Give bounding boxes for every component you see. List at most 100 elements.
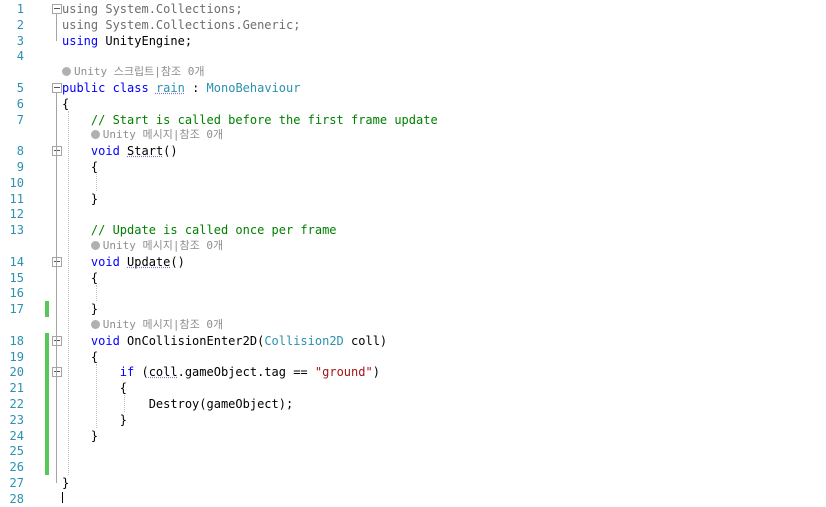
code-token: {: [62, 97, 70, 111]
line-number: 24: [9, 429, 24, 443]
code-token: UnityEngine;: [98, 34, 193, 48]
line-number: 16: [9, 286, 24, 300]
line-number: 23: [9, 413, 24, 427]
line-number: 21: [9, 381, 24, 395]
change-indicator-bar: [45, 428, 49, 444]
indent-guide: [96, 364, 97, 428]
code-line: 25: [0, 443, 826, 459]
code-line: 23 }: [0, 412, 826, 428]
code-line: 7 // Start is called before the first fr…: [0, 112, 826, 128]
code-text[interactable]: using System.Collections.Generic;: [62, 17, 300, 33]
code-token: using: [62, 18, 99, 32]
code-line: 16: [0, 285, 826, 301]
code-token: using: [62, 2, 99, 16]
code-text[interactable]: {: [62, 380, 127, 396]
line-number: 25: [9, 444, 24, 458]
codelens-references-link[interactable]: Unity 메시지|참조 0개: [90, 238, 223, 254]
code-text[interactable]: // Update is called once per frame: [62, 222, 337, 238]
code-line: 19 {: [0, 349, 826, 365]
line-number: 13: [9, 223, 24, 237]
code-text[interactable]: using UnityEngine;: [62, 33, 192, 49]
line-number: 26: [9, 460, 24, 474]
change-indicator-bar: [45, 364, 49, 380]
code-token: void: [90, 334, 120, 348]
change-indicator-bar: [45, 333, 49, 349]
unity-circle-icon: [90, 241, 100, 250]
collapse-minus-icon[interactable]: [52, 83, 62, 93]
indent-guide: [68, 111, 69, 475]
change-indicator-bar: [45, 412, 49, 428]
indent-guide: [96, 285, 97, 301]
line-number: 19: [9, 350, 24, 364]
line-number: 14: [9, 255, 24, 269]
code-token: (): [170, 255, 185, 269]
codelens-references-link[interactable]: Unity 메시지|참조 0개: [90, 127, 223, 143]
line-number: 9: [16, 160, 24, 174]
code-line: 9 {: [0, 159, 826, 175]
indent-guide: [96, 174, 97, 191]
code-token: public: [62, 81, 106, 95]
line-number: 3: [16, 34, 24, 48]
code-text[interactable]: void Start(): [62, 143, 178, 159]
code-line: 1 using System.Collections;: [0, 1, 826, 17]
collapse-minus-icon[interactable]: [52, 367, 62, 377]
code-text[interactable]: }: [62, 475, 69, 491]
code-editor[interactable]: 1 using System.Collections; 2 using System.…: [0, 0, 826, 506]
code-text[interactable]: if (coll.gameObject.tag == "ground"): [62, 364, 380, 380]
code-line: 3 using UnityEngine;: [0, 33, 826, 49]
change-indicator-bar: [45, 380, 49, 396]
code-text[interactable]: public class rain : MonoBehaviour: [62, 80, 300, 96]
line-number: 18: [9, 334, 24, 348]
code-line: 5 public class rain : MonoBehaviour: [0, 80, 826, 96]
code-token: class: [112, 81, 149, 95]
code-token: ): [372, 365, 380, 379]
codelens-label: Unity 스크립트|참조 0개: [74, 65, 205, 78]
codelens-label: Unity 메시지|참조 0개: [102, 318, 224, 331]
codelens-row: Unity 메시지|참조 0개: [0, 127, 826, 143]
code-text[interactable]: }: [62, 412, 127, 428]
collapse-minus-icon[interactable]: [52, 4, 62, 14]
line-number: 17: [9, 302, 24, 316]
unity-circle-icon: [90, 320, 100, 329]
codelens-row: Unity 메시지|참조 0개: [0, 317, 826, 333]
codelens-references-link[interactable]: Unity 스크립트|참조 0개: [62, 64, 204, 80]
codelens-references-link[interactable]: Unity 메시지|참조 0개: [90, 317, 224, 333]
codelens-row: Unity 메시지|참조 0개: [0, 238, 826, 254]
code-text[interactable]: void OnCollisionEnter2D(Collision2D coll…: [62, 333, 387, 349]
line-number: 2: [16, 18, 24, 32]
line-number: 15: [9, 271, 24, 285]
code-token: }: [62, 476, 70, 490]
code-token: // Update is called once per frame: [62, 223, 337, 237]
code-token: rain: [155, 81, 185, 95]
code-token: coll: [148, 365, 178, 379]
code-line: 27}: [0, 475, 826, 491]
code-line: 13 // Update is called once per frame: [0, 222, 826, 238]
code-text[interactable]: {: [62, 96, 69, 112]
code-line: 10: [0, 175, 826, 191]
collapse-minus-icon[interactable]: [52, 336, 62, 346]
code-text[interactable]: using System.Collections;: [62, 1, 243, 17]
code-token: Start: [127, 144, 164, 158]
code-token: Update: [127, 255, 171, 269]
code-token: coll): [343, 334, 388, 348]
code-token: if: [119, 365, 135, 379]
fold-outline: [56, 13, 57, 41]
code-token: OnCollisionEnter2D(: [119, 334, 265, 348]
unity-circle-icon: [62, 67, 71, 76]
collapse-minus-icon[interactable]: [52, 257, 62, 267]
collapse-minus-icon[interactable]: [52, 146, 62, 156]
code-text[interactable]: // Start is called before the first fram…: [62, 112, 438, 128]
code-token: System.Collections.Generic;: [98, 18, 301, 32]
change-indicator-bar: [45, 301, 49, 317]
code-line: 26: [0, 459, 826, 475]
line-number: 1: [16, 2, 24, 16]
code-text[interactable]: void Update(): [62, 254, 185, 270]
line-number: 10: [9, 176, 24, 190]
code-token: using: [62, 34, 99, 48]
line-number: 28: [9, 492, 24, 506]
